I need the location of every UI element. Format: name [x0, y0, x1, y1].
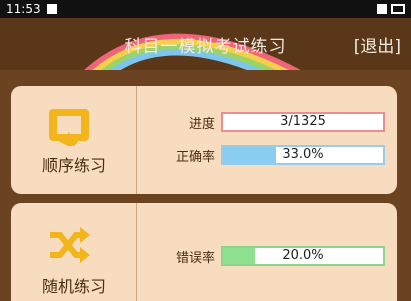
error-label: 错误率: [175, 250, 215, 266]
exit-button[interactable]: [退出]: [354, 32, 401, 57]
accuracy-value: 33.0%: [282, 147, 324, 162]
progress-value: 3/1325: [280, 114, 326, 129]
random-label: 随机练习: [41, 277, 106, 296]
notification-icon: [46, 4, 57, 14]
accuracy-label: 正确率: [175, 149, 215, 165]
progress-label: 进度: [188, 116, 215, 132]
progress-row: 进度 3/1325: [149, 111, 389, 133]
header: 科目一模拟考试练习 [退出]: [0, 18, 411, 70]
sequential-practice-card[interactable]: 顺序练习 进度 3/1325 正确率 33.0%: [11, 86, 397, 194]
shuffle-icon: [50, 227, 90, 263]
battery-icon: [391, 4, 405, 14]
accuracy-row: 正确率 33.0%: [149, 144, 389, 166]
main-area: 顺序练习 进度 3/1325 正确率 33.0% 随机练习 错误率 20.0%: [0, 70, 411, 301]
accuracy-bar: 33.0%: [221, 145, 385, 165]
random-practice-button[interactable]: 随机练习: [11, 203, 137, 301]
status-bar: 11:53: [0, 0, 411, 18]
error-value: 20.0%: [282, 248, 324, 263]
error-bar: 20.0%: [221, 246, 385, 266]
page-title: 科目一模拟考试练习: [124, 37, 287, 57]
signal-icon: [377, 4, 387, 14]
error-row: 错误率 20.0%: [149, 245, 389, 267]
sequential-practice-button[interactable]: 顺序练习: [11, 86, 137, 194]
loop-icon: [49, 109, 89, 146]
random-practice-card[interactable]: 随机练习 错误率 20.0%: [11, 203, 397, 301]
sequential-label: 顺序练习: [41, 156, 106, 175]
progress-bar: 3/1325: [221, 112, 385, 132]
status-time: 11:53: [6, 2, 41, 16]
